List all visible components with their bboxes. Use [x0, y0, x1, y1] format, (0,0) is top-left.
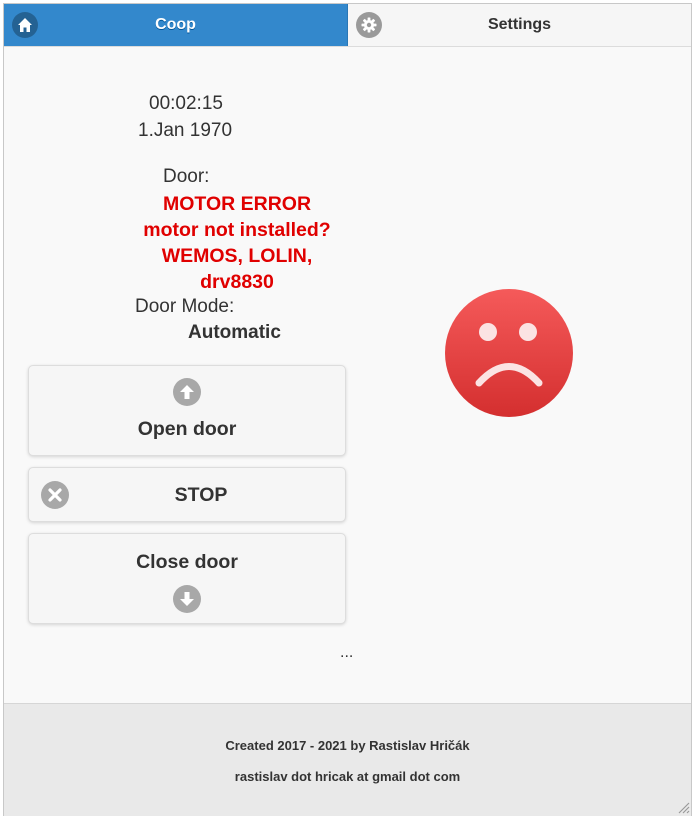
tab-coop[interactable]: Coop	[4, 4, 348, 46]
door-mode-label: Door Mode:	[135, 296, 235, 317]
stop-button[interactable]: STOP	[28, 467, 346, 522]
arrow-down-icon	[173, 585, 201, 613]
open-door-label: Open door	[137, 418, 237, 440]
resize-handle-icon[interactable]	[676, 800, 690, 814]
open-door-button[interactable]: Open door	[28, 365, 346, 456]
footer: Created 2017 - 2021 by Rastislav Hričák …	[4, 703, 691, 816]
app-frame: Coop Settings 00:02:15 1.Jan 1970 Door: …	[3, 3, 692, 816]
door-error-line: WEMOS, LOLIN,	[161, 245, 313, 267]
arrow-up-icon	[173, 378, 201, 406]
close-door-button[interactable]: Close door	[28, 533, 346, 624]
door-error-line: MOTOR ERROR	[162, 193, 312, 215]
stop-label: STOP	[174, 484, 228, 506]
tab-settings[interactable]: Settings	[348, 4, 691, 46]
gear-icon	[356, 12, 382, 38]
status-ellipsis: ...	[340, 644, 354, 661]
clock-date: 1.Jan 1970	[138, 120, 233, 141]
nav-tabs: Coop Settings	[4, 4, 691, 47]
door-error-line: motor not installed?	[143, 219, 331, 241]
footer-credit: Created 2017 - 2021 by Rastislav Hričák	[225, 738, 470, 753]
clock-time: 00:02:15	[149, 93, 223, 114]
home-icon	[12, 12, 38, 38]
tab-coop-label: Coop	[155, 16, 196, 33]
close-door-label: Close door	[136, 551, 238, 573]
sad-face-icon	[444, 288, 574, 418]
door-mode-value: Automatic	[188, 322, 281, 343]
door-label: Door:	[163, 166, 210, 187]
door-error-message: MOTOR ERROR motor not installed? WEMOS, …	[122, 191, 352, 295]
footer-email: rastislav dot hricak at gmail dot com	[234, 769, 461, 784]
tab-settings-label: Settings	[487, 16, 552, 33]
door-error-line: drv8830	[200, 271, 274, 293]
